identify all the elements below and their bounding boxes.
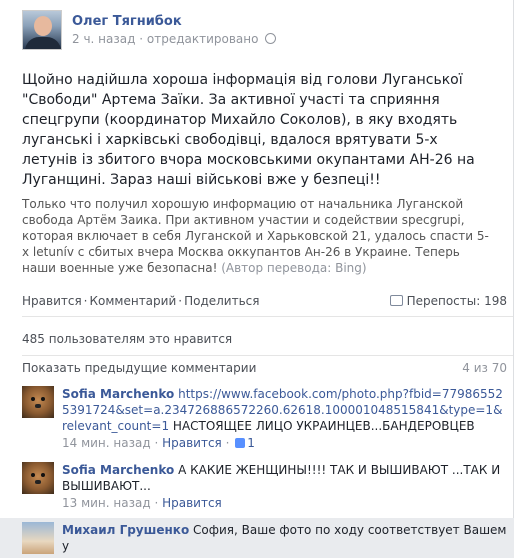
- thumbs-up-icon: [235, 438, 246, 448]
- avatar-nose: [35, 404, 41, 408]
- like-link[interactable]: Нравится: [22, 294, 82, 308]
- action-dot: ·: [178, 294, 183, 308]
- post-actions: Нравится · Комментарий · Поделиться Перепост…: [0, 286, 513, 316]
- avatar-eye: [41, 473, 45, 477]
- comment: Sofia Marchenko А КАКИЕ ЖЕНЩИНЫ!!!! ТАК …: [0, 456, 513, 516]
- commenter-avatar[interactable]: [22, 522, 54, 554]
- comment-text: НАСТОЯЩЕЕ ЛИЦО УКРАИНЦЕВ...БАНДЕРОВЦЕВ: [172, 419, 475, 433]
- divider: [22, 316, 513, 317]
- comment: Михаил Грушенко София, Ваше фото по ходу…: [0, 516, 513, 558]
- shares-count[interactable]: Перепосты: 198: [389, 286, 507, 316]
- show-previous-label[interactable]: Показать предыдущие комментарии: [22, 361, 256, 375]
- comment: Sofia Marchenko https://www.facebook.com…: [0, 380, 513, 456]
- action-dot: ·: [83, 294, 88, 308]
- avatar-eye: [41, 397, 45, 401]
- comment-link[interactable]: Комментарий: [90, 294, 177, 308]
- comment-body: Sofia Marchenko А КАКИЕ ЖЕНЩИНЫ!!!! ТАК …: [62, 462, 507, 494]
- post-text-ukrainian: Щойно надійшла хороша інформація від гол…: [22, 72, 475, 188]
- post: Олег Тягнибок 2 ч. назад · отредактирова…: [0, 0, 513, 276]
- meta-dot: ·: [139, 32, 147, 46]
- comment-body: Sofia Marchenko https://www.facebook.com…: [62, 386, 507, 434]
- post-edited[interactable]: отредактировано: [147, 32, 259, 46]
- commenter-name[interactable]: Sofia Marchenko: [62, 387, 174, 401]
- author-avatar[interactable]: [22, 10, 62, 50]
- post-card: Олег Тягнибок 2 ч. назад · отредактирова…: [0, 0, 514, 554]
- shares-label: Перепосты: 198: [406, 294, 507, 308]
- author-name[interactable]: Олег Тягнибок: [72, 13, 276, 30]
- post-text-translation: Только что получил хорошую информацию от…: [22, 196, 501, 276]
- share-icon: [389, 295, 403, 306]
- commenter-avatar[interactable]: [22, 462, 54, 494]
- commenter-name[interactable]: Михаил Грушенко: [62, 523, 189, 537]
- post-meta: 2 ч. назад · отредактировано: [72, 30, 277, 48]
- comment-like-count[interactable]: 1: [247, 436, 255, 450]
- show-previous-comments[interactable]: Показать предыдущие комментарии 4 из 70: [0, 356, 513, 380]
- comment-time[interactable]: 14 мин. назад: [62, 436, 151, 450]
- translation-note: (Автор перевода: Bing): [221, 261, 367, 275]
- comment-meta: 13 мин. назад · Нравится: [62, 496, 222, 510]
- likes-summary[interactable]: 485 пользователям это нравится: [0, 323, 513, 355]
- comment-meta: 14 мин. назад · Нравится · 1: [62, 436, 255, 450]
- post-header: Олег Тягнибок 2 ч. назад · отредактирова…: [22, 10, 501, 62]
- comment-like-link[interactable]: Нравится: [162, 496, 222, 510]
- comment-count: 4 из 70: [462, 361, 507, 375]
- post-time[interactable]: 2 ч. назад: [72, 32, 135, 46]
- avatar-eye: [31, 397, 35, 401]
- avatar-suit: [25, 37, 61, 49]
- commenter-avatar[interactable]: [22, 386, 54, 418]
- share-link[interactable]: Поделиться: [184, 294, 259, 308]
- commenter-name[interactable]: Sofia Marchenko: [62, 463, 174, 477]
- avatar-face: [34, 16, 52, 36]
- globe-icon[interactable]: [265, 33, 277, 44]
- avatar-eye: [31, 473, 35, 477]
- comment-time[interactable]: 13 мин. назад: [62, 496, 151, 510]
- avatar-nose: [35, 480, 41, 484]
- comment-like-link[interactable]: Нравится: [162, 436, 222, 450]
- comment-body: Михаил Грушенко София, Ваше фото по ходу…: [62, 522, 507, 554]
